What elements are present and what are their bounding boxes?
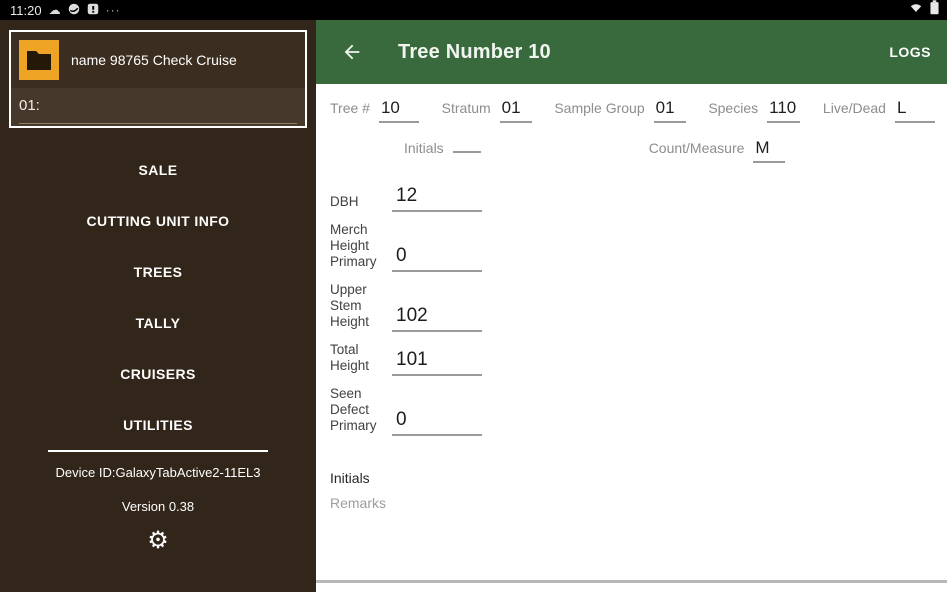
seen-defect-primary-field: Seen Defect Primary 0 bbox=[330, 386, 937, 436]
cruise-file-card[interactable]: name 98765 Check Cruise 01: bbox=[9, 30, 307, 128]
status-bar: 11:20 ☁ ··· bbox=[0, 0, 947, 20]
bottom-divider bbox=[316, 580, 947, 583]
cruise-title: name 98765 Check Cruise bbox=[71, 52, 237, 68]
dbh-input[interactable]: 12 bbox=[392, 185, 482, 212]
stratum-input[interactable]: 01 bbox=[500, 98, 532, 123]
more-notifications-dots: ··· bbox=[106, 3, 121, 17]
seen-defect-primary-label: Seen Defect Primary bbox=[330, 386, 386, 436]
seen-defect-primary-input[interactable]: 0 bbox=[392, 409, 482, 436]
sidebar-menu: SALE CUTTING UNIT INFO TREES TALLY CRUIS… bbox=[0, 144, 316, 450]
app-window: name 98765 Check Cruise 01: SALE CUTTING… bbox=[0, 20, 947, 592]
upper-stem-height-input[interactable]: 102 bbox=[392, 305, 482, 332]
cloud-icon: ☁ bbox=[49, 4, 61, 16]
upper-stem-height-field: Upper Stem Height 102 bbox=[330, 282, 937, 332]
cruise-card-subrow[interactable]: 01: bbox=[11, 88, 305, 126]
folder-icon bbox=[19, 40, 59, 80]
form-row-1: Tree # 10 Stratum 01 Sample Group 01 Spe… bbox=[330, 98, 937, 123]
initials-input[interactable] bbox=[453, 148, 481, 153]
merch-height-primary-field: Merch Height Primary 0 bbox=[330, 222, 937, 272]
dbh-field: DBH 12 bbox=[330, 185, 937, 212]
system-notification-icon bbox=[87, 3, 99, 17]
sidebar-item-sale[interactable]: SALE bbox=[0, 144, 316, 195]
count-measure-label: Count/Measure bbox=[649, 140, 745, 156]
device-id-label: Device ID:GalaxyTabActive2-11EL3 bbox=[56, 465, 261, 480]
sidebar-item-utilities[interactable]: UTILITIES bbox=[0, 399, 316, 450]
total-height-field: Total Height 101 bbox=[330, 342, 937, 376]
sidebar-item-cutting-unit-info[interactable]: CUTTING UNIT INFO bbox=[0, 195, 316, 246]
notification-circle-icon bbox=[68, 3, 80, 17]
initials-field: Initials bbox=[404, 140, 481, 156]
tree-number-label: Tree # bbox=[330, 100, 370, 116]
tree-number-field: Tree # 10 bbox=[330, 98, 419, 123]
upper-stem-height-label: Upper Stem Height bbox=[330, 282, 386, 332]
total-height-input[interactable]: 101 bbox=[392, 349, 482, 376]
stratum-field: Stratum 01 bbox=[442, 98, 532, 123]
merch-height-primary-input[interactable]: 0 bbox=[392, 245, 482, 272]
sidebar-item-cruisers[interactable]: CRUISERS bbox=[0, 348, 316, 399]
wifi-icon bbox=[908, 1, 924, 19]
remarks-input[interactable]: Remarks bbox=[330, 495, 937, 511]
tree-number-input[interactable]: 10 bbox=[379, 98, 419, 123]
cruise-card-underline bbox=[19, 123, 297, 124]
dbh-label: DBH bbox=[330, 194, 386, 212]
initials-label: Initials bbox=[404, 140, 444, 156]
tree-form-panel: Tree Number 10 LOGS Tree # 10 Stratum 01… bbox=[316, 20, 947, 592]
stratum-label: Stratum bbox=[442, 100, 491, 116]
initials-section-label: Initials bbox=[330, 470, 937, 486]
page-title: Tree Number 10 bbox=[398, 41, 551, 64]
back-arrow-icon[interactable] bbox=[338, 38, 366, 66]
sample-group-field: Sample Group 01 bbox=[554, 98, 685, 123]
cutting-unit-code: 01: bbox=[19, 97, 297, 114]
tree-form: Tree # 10 Stratum 01 Sample Group 01 Spe… bbox=[316, 84, 947, 592]
species-input[interactable]: 110 bbox=[767, 98, 800, 123]
status-time: 11:20 bbox=[10, 3, 42, 18]
total-height-label: Total Height bbox=[330, 342, 386, 376]
sidebar-item-trees[interactable]: TREES bbox=[0, 246, 316, 297]
merch-height-primary-label: Merch Height Primary bbox=[330, 222, 386, 272]
species-field: Species 110 bbox=[708, 98, 800, 123]
sample-group-input[interactable]: 01 bbox=[654, 98, 686, 123]
settings-gear-icon[interactable]: ⚙ bbox=[147, 528, 169, 552]
battery-icon bbox=[930, 0, 939, 20]
species-label: Species bbox=[708, 100, 758, 116]
live-dead-input[interactable]: L bbox=[895, 98, 935, 123]
logs-button[interactable]: LOGS bbox=[889, 44, 931, 60]
cruise-card-header: name 98765 Check Cruise bbox=[11, 32, 305, 88]
sidebar-item-tally[interactable]: TALLY bbox=[0, 297, 316, 348]
count-measure-field: Count/Measure M bbox=[649, 138, 786, 163]
count-measure-input[interactable]: M bbox=[753, 138, 785, 163]
navigation-drawer: name 98765 Check Cruise 01: SALE CUTTING… bbox=[0, 20, 316, 592]
live-dead-field: Live/Dead L bbox=[823, 98, 935, 123]
app-version-label: Version 0.38 bbox=[122, 499, 194, 514]
live-dead-label: Live/Dead bbox=[823, 100, 886, 116]
sample-group-label: Sample Group bbox=[554, 100, 644, 116]
app-bar: Tree Number 10 LOGS bbox=[316, 20, 947, 84]
sidebar-divider bbox=[48, 450, 268, 452]
measurement-fields: DBH 12 Merch Height Primary 0 Upper Stem… bbox=[330, 185, 937, 446]
form-row-2: Initials Count/Measure M bbox=[330, 138, 937, 163]
